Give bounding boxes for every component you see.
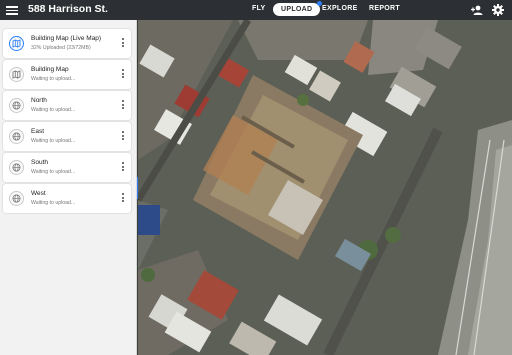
more-options-icon[interactable]: [121, 38, 125, 49]
item-status: Waiting to upload...: [31, 138, 76, 144]
tab-report[interactable]: REPORT: [369, 5, 400, 12]
item-title: East: [31, 128, 45, 135]
more-options-icon[interactable]: [121, 100, 125, 111]
globe-icon: [9, 160, 24, 175]
main-nav: FLY UPLOAD EXPLORE REPORT: [0, 0, 512, 20]
tab-explore[interactable]: EXPLORE: [322, 5, 358, 12]
list-item-east[interactable]: East Waiting to upload...: [3, 122, 131, 151]
more-options-icon[interactable]: [121, 69, 125, 80]
list-item-west[interactable]: West Waiting to upload...: [3, 184, 131, 213]
list-item-building-map[interactable]: Building Map Waiting to upload...: [3, 60, 131, 89]
add-user-icon[interactable]: [470, 3, 484, 17]
aerial-map-view[interactable]: [138, 20, 512, 355]
upload-progress-text: 32% Uploaded (23/72MB): [31, 45, 91, 51]
list-item-north[interactable]: North Waiting to upload...: [3, 91, 131, 120]
item-title: South: [31, 159, 48, 166]
item-title: Building Map (Live Map): [31, 35, 102, 42]
item-title: Building Map: [31, 66, 69, 73]
map-icon: [9, 36, 24, 51]
gear-icon[interactable]: [491, 3, 505, 17]
item-status: Waiting to upload...: [31, 200, 76, 206]
map-icon: [9, 67, 24, 82]
more-options-icon[interactable]: [121, 193, 125, 204]
item-title: North: [31, 97, 47, 104]
item-status: Waiting to upload...: [31, 76, 76, 82]
tab-upload[interactable]: UPLOAD: [273, 1, 323, 16]
more-options-icon[interactable]: [121, 131, 125, 142]
item-status: Waiting to upload...: [31, 169, 76, 175]
tab-upload-label: UPLOAD: [281, 6, 313, 13]
globe-icon: [9, 98, 24, 113]
list-item-south[interactable]: South Waiting to upload...: [3, 153, 131, 182]
upload-sidebar: Building Map (Live Map) 32% Uploaded (23…: [0, 20, 137, 355]
list-item-building-map-live[interactable]: Building Map (Live Map) 32% Uploaded (23…: [3, 29, 131, 58]
top-bar: 588 Harrison St. FLY UPLOAD EXPLORE REPO…: [0, 0, 512, 20]
item-title: West: [31, 190, 46, 197]
more-options-icon[interactable]: [121, 162, 125, 173]
globe-icon: [9, 191, 24, 206]
item-status: Waiting to upload...: [31, 107, 76, 113]
tab-fly[interactable]: FLY: [252, 5, 265, 12]
aerial-imagery: [138, 20, 512, 355]
globe-icon: [9, 129, 24, 144]
